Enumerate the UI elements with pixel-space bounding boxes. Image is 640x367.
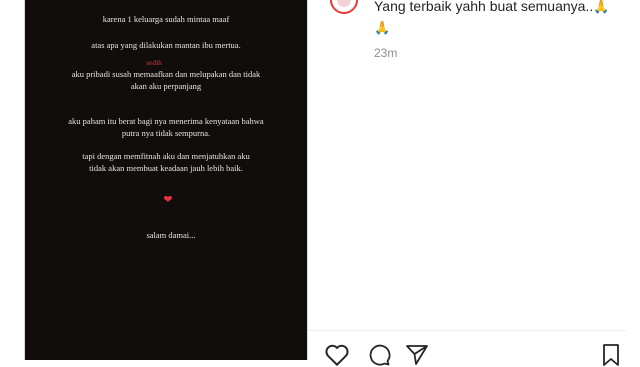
story-image: karena 1 keluarga sudah mintaa maaf atas… (25, 0, 307, 360)
bookmark-icon[interactable] (600, 343, 622, 367)
pray-emoji-icon: 🙏 (374, 20, 391, 35)
post-timestamp[interactable]: 23m (374, 46, 397, 60)
pray-emoji-icon: 🙏 (593, 0, 610, 14)
story-line: karena 1 keluarga sudah mintaa maaf (102, 14, 230, 24)
avatar[interactable] (330, 0, 358, 14)
post-actions-bar (308, 330, 627, 366)
post-caption: Yang terbaik yahh buat semuanya..🙏 🙏 (374, 0, 614, 38)
story-line: salam damai... (146, 230, 196, 240)
story-highlight-word: sedih (146, 58, 162, 67)
post-side-panel: Yang terbaik yahh buat semuanya..🙏 🙏 23m (307, 0, 627, 366)
heart-outline-icon[interactable] (324, 343, 350, 367)
story-line: aku pribadi susah memaafkan dan melupaka… (71, 69, 261, 79)
story-line: aku paham itu berat bagi nya menerima ke… (68, 116, 264, 126)
left-page-margin (0, 0, 25, 360)
story-line: putra nya tidak sempurna. (121, 128, 211, 138)
story-line: tidak akan membuat keadaan jauh lebih ba… (89, 163, 243, 173)
story-line: atas apa yang dilakukan mantan ibu mertu… (91, 40, 241, 50)
story-line: akan aku perpanjang (130, 81, 202, 91)
caption-text: Yang terbaik yahh buat semuanya.. (374, 0, 594, 14)
paper-plane-icon[interactable] (404, 343, 430, 367)
heart-icon: ❤ (163, 194, 173, 206)
comment-icon[interactable] (366, 343, 392, 367)
story-line: tapi dengan memfitnah aku dan menjatuhka… (82, 151, 250, 161)
right-page-margin (626, 0, 640, 360)
